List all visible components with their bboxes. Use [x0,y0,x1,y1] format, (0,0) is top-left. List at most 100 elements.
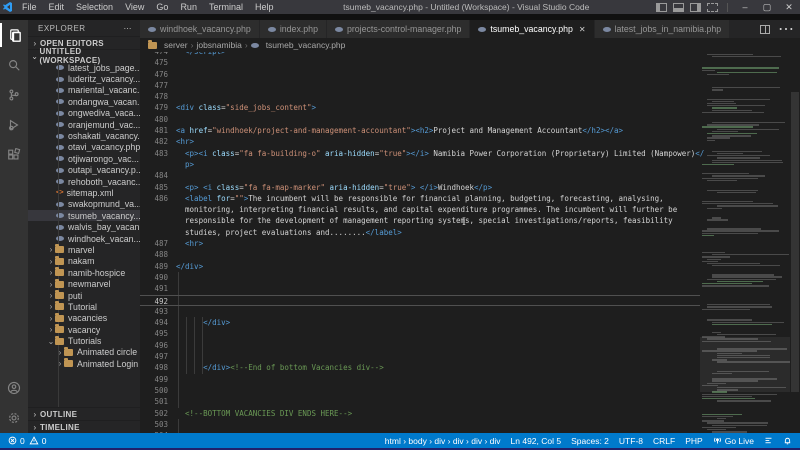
tree-file-otavi_vacancy.php[interactable]: otavi_vacancy.php [28,142,140,153]
source-control-icon[interactable] [0,80,28,110]
code-line[interactable]: studies, project evaluations and........… [140,227,700,238]
code-line[interactable]: 487 <hr> [140,238,700,249]
customize-layout-icon[interactable] [707,3,718,12]
menu-view[interactable]: View [119,0,150,14]
cursor-position[interactable]: Ln 492, Col 5 [511,436,562,446]
code-line[interactable]: 477 [140,80,700,91]
code-line[interactable]: 490 [140,272,700,283]
code-line[interactable]: 498 </div><!--End of bottom Vacancies di… [140,362,700,373]
tree-file-ondangwa_vacan...[interactable]: ondangwa_vacan... [28,96,140,107]
extensions-icon[interactable] [0,140,28,170]
code-line[interactable]: 476 [140,69,700,80]
code-line[interactable]: 495 [140,328,700,339]
tree-folder-vacancy[interactable]: ›vacancy [28,324,140,335]
prettier-icon[interactable] [764,436,773,445]
menu-selection[interactable]: Selection [70,0,119,14]
tree-file-oranjemund_vac...[interactable]: oranjemund_vac... [28,119,140,130]
tree-file-windhoek_vacan...[interactable]: windhoek_vacan... [28,233,140,244]
minimize-button[interactable]: – [734,0,756,14]
notifications-bell-icon[interactable] [783,436,792,445]
tree-file-outapi_vacancy.p...[interactable]: outapi_vacancy.p... [28,165,140,176]
dom-path[interactable]: html › body › div › div › div › div [385,436,501,446]
vertical-scrollbar[interactable] [790,52,800,433]
tab-projects-control-manager.php[interactable]: projects-control-manager.php [327,20,470,38]
tree-folder-vacancies[interactable]: ›vacancies [28,313,140,324]
language-mode[interactable]: PHP [685,436,702,446]
run-and-debug-icon[interactable] [0,110,28,140]
minimap-slider[interactable] [700,337,790,392]
tree-file-sitemap.xml[interactable]: <>sitemap.xml [28,187,140,198]
timeline-section[interactable]: › TIMELINE [28,420,140,433]
code-line[interactable]: 482<hr> [140,136,700,147]
code-line[interactable]: 480 [140,114,700,125]
close-tab-icon[interactable]: ✕ [579,25,586,34]
code-line[interactable]: responsible for the development of manag… [140,215,700,226]
breadcrumb-item[interactable]: jobsnamibia [196,40,241,50]
code-line[interactable]: 486 <label for="">The incumbent will be … [140,193,700,204]
workspace-section[interactable]: ⌄ UNTITLED (WORKSPACE) [28,49,140,62]
go-live-button[interactable]: Go Live [713,436,754,446]
code-line[interactable]: 489</div> [140,261,700,272]
outline-section[interactable]: › OUTLINE [28,407,140,420]
menu-terminal[interactable]: Terminal [203,0,249,14]
code-line[interactable]: 485 <p> <i class="fa fa-map-marker" aria… [140,182,700,193]
code-line[interactable]: 499 [140,374,700,385]
code-line[interactable]: 500 [140,385,700,396]
tree-folder-Animated Login F...[interactable]: ›Animated Login F... [28,358,140,369]
code-line[interactable]: 484 [140,170,700,181]
tree-folder-Tutorials[interactable]: ⌄Tutorials [28,335,140,346]
tree-file-swakopmund_va...[interactable]: swakopmund_va... [28,199,140,210]
menu-go[interactable]: Go [150,0,174,14]
breadcrumb-item[interactable]: server [164,40,188,50]
more-actions-icon[interactable]: ⋯ [778,19,794,39]
maximize-button[interactable]: ▢ [756,0,778,14]
tab-windhoek_vacancy.php[interactable]: windhoek_vacancy.php [140,20,260,38]
close-button[interactable]: ✕ [778,0,800,14]
code-line[interactable]: monitoring, interpreting financial resul… [140,204,700,215]
toggle-sidebar-icon[interactable] [656,3,667,12]
scrollbar-thumb[interactable] [791,92,799,392]
code-line[interactable]: 481<a href="windhoek/project-and-managem… [140,125,700,136]
tree-folder-namib-hospice[interactable]: ›namib-hospice [28,267,140,278]
tree-file-latest_jobs_page...[interactable]: latest_jobs_page... [28,62,140,73]
code-line[interactable]: 497 [140,351,700,362]
tree-file-luderitz_vacancy....[interactable]: luderitz_vacancy.... [28,73,140,84]
code-editor[interactable]: 474 </script>475476477478479<div class="… [140,52,800,433]
encoding[interactable]: UTF-8 [619,436,643,446]
code-line[interactable]: 501 [140,396,700,407]
code-line[interactable]: 503 [140,419,700,430]
menu-help[interactable]: Help [249,0,280,14]
tree-folder-marvel[interactable]: ›marvel [28,244,140,255]
settings-gear-icon[interactable] [0,403,28,433]
tree-file-oshakati_vacancy...[interactable]: oshakati_vacancy... [28,130,140,141]
current-code-line[interactable]: 492 [140,295,700,306]
tree-file-rehoboth_vacanc...[interactable]: rehoboth_vacanc... [28,176,140,187]
code-line[interactable]: 493 [140,306,700,317]
toggle-panel-icon[interactable] [673,3,684,12]
split-editor-icon[interactable] [760,25,770,34]
code-line[interactable]: 478 [140,91,700,102]
indentation[interactable]: Spaces: 2 [571,436,609,446]
code-line[interactable]: 475 [140,57,700,68]
explorer-more-actions-icon[interactable]: ⋯ [124,24,133,33]
menu-edit[interactable]: Edit [43,0,71,14]
tab-latest_jobs_in_namibia.php[interactable]: latest_jobs_in_namibia.php [595,20,731,38]
tab-tsumeb_vacancy.php[interactable]: tsumeb_vacancy.php✕ [470,20,594,38]
tree-folder-nakam[interactable]: ›nakam [28,256,140,267]
code-line[interactable]: 491 [140,283,700,294]
code-line[interactable]: p> [140,159,700,170]
tree-file-tsumeb_vacancy....[interactable]: tsumeb_vacancy.... [28,210,140,221]
tree-folder-Tutorial[interactable]: ›Tutorial [28,301,140,312]
tree-file-walvis_bay_vacan...[interactable]: walvis_bay_vacan... [28,221,140,232]
code-line[interactable]: 496 [140,340,700,351]
explorer-icon[interactable] [0,20,28,50]
errors-indicator[interactable]: 0 [8,436,25,446]
tree-file-mariental_vacanc...[interactable]: mariental_vacanc... [28,85,140,96]
menu-file[interactable]: File [16,0,43,14]
code-line[interactable]: 502 <!--BOTTOM VACANCIES DIV ENDS HERE--… [140,408,700,419]
code-line[interactable]: 483 <p><i class="fa fa-building-o" aria-… [140,148,700,159]
tab-index.php[interactable]: index.php [260,20,327,38]
account-icon[interactable] [0,373,28,403]
search-icon[interactable] [0,50,28,80]
toggle-secondary-sidebar-icon[interactable] [690,3,701,12]
